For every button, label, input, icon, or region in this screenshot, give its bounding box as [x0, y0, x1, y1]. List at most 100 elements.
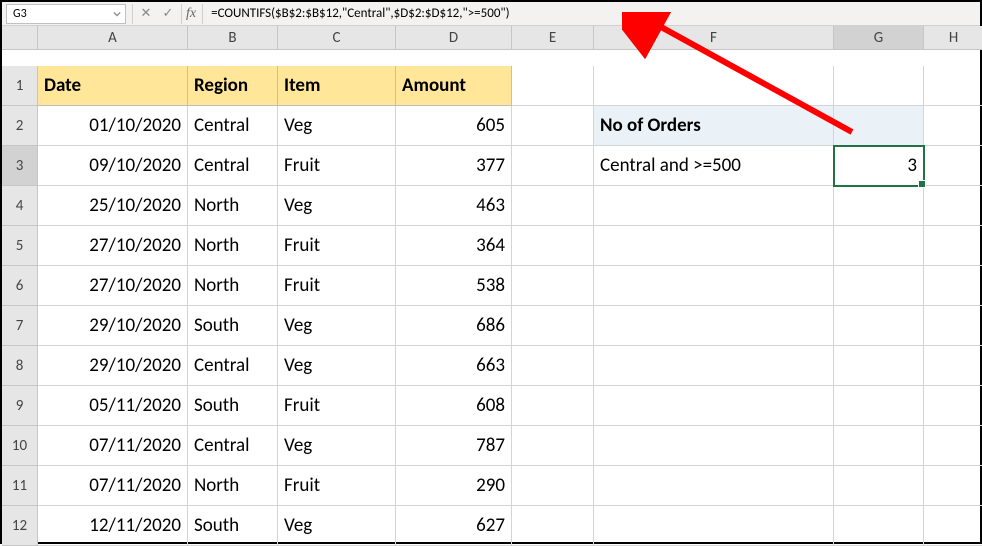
cell-B4[interactable]: North — [188, 186, 278, 226]
cell-G6[interactable] — [834, 266, 924, 306]
cell-F10[interactable] — [594, 426, 834, 466]
cell-A8[interactable]: 29/10/2020 — [38, 346, 188, 386]
cell-E6[interactable] — [512, 266, 594, 306]
cell-E4[interactable] — [512, 186, 594, 226]
cell-D1[interactable]: Amount — [396, 66, 512, 106]
enter-icon[interactable]: ✓ — [157, 4, 179, 24]
formula-input[interactable]: =COUNTIFS($B$2:$B$12,"Central",$D$2:$D$1… — [205, 6, 980, 21]
cell-C6[interactable]: Fruit — [278, 266, 396, 306]
row-header-1[interactable]: 1 — [2, 66, 38, 106]
row-header-9[interactable]: 9 — [2, 386, 38, 426]
cell-H11[interactable] — [924, 466, 982, 506]
cell-A12[interactable]: 12/11/2020 — [38, 506, 188, 546]
cell-B1[interactable]: Region — [188, 66, 278, 106]
cell-D2[interactable]: 605 — [396, 106, 512, 146]
row-header-4[interactable]: 4 — [2, 186, 38, 226]
cell-C9[interactable]: Fruit — [278, 386, 396, 426]
cell-F12[interactable] — [594, 506, 834, 546]
cell-C3[interactable]: Fruit — [278, 146, 396, 186]
cell-H6[interactable] — [924, 266, 982, 306]
row-header-6[interactable]: 6 — [2, 266, 38, 306]
cell-B11[interactable]: North — [188, 466, 278, 506]
cell-G7[interactable] — [834, 306, 924, 346]
cell-H4[interactable] — [924, 186, 982, 226]
column-header-C[interactable]: C — [278, 26, 396, 50]
cell-B5[interactable]: North — [188, 226, 278, 266]
cell-B10[interactable]: Central — [188, 426, 278, 466]
cell-C2[interactable]: Veg — [278, 106, 396, 146]
fx-icon[interactable]: fx — [186, 6, 196, 22]
cell-D3[interactable]: 377 — [396, 146, 512, 186]
cell-G11[interactable] — [834, 466, 924, 506]
cell-G5[interactable] — [834, 226, 924, 266]
cell-H1[interactable] — [924, 66, 982, 106]
column-header-G[interactable]: G — [834, 26, 924, 50]
cell-E5[interactable] — [512, 226, 594, 266]
cell-D8[interactable]: 663 — [396, 346, 512, 386]
cell-E2[interactable] — [512, 106, 594, 146]
cell-C1[interactable]: Item — [278, 66, 396, 106]
cell-H3[interactable] — [924, 146, 982, 186]
cell-C10[interactable]: Veg — [278, 426, 396, 466]
cell-F11[interactable] — [594, 466, 834, 506]
column-header-D[interactable]: D — [396, 26, 512, 50]
cell-A3[interactable]: 09/10/2020 — [38, 146, 188, 186]
cell-B7[interactable]: South — [188, 306, 278, 346]
cell-F3[interactable]: Central and >=500 — [594, 146, 834, 186]
cell-F2[interactable]: No of Orders — [594, 106, 834, 146]
cell-B8[interactable]: Central — [188, 346, 278, 386]
cancel-icon[interactable]: ✕ — [135, 4, 157, 24]
row-header-10[interactable]: 10 — [2, 426, 38, 466]
row-header-12[interactable]: 12 — [2, 506, 38, 546]
cell-G3[interactable]: 3 — [834, 146, 924, 186]
row-header-5[interactable]: 5 — [2, 226, 38, 266]
cell-E8[interactable] — [512, 346, 594, 386]
cell-A4[interactable]: 25/10/2020 — [38, 186, 188, 226]
cell-B3[interactable]: Central — [188, 146, 278, 186]
cell-C7[interactable]: Veg — [278, 306, 396, 346]
cell-A9[interactable]: 05/11/2020 — [38, 386, 188, 426]
cell-D7[interactable]: 686 — [396, 306, 512, 346]
cell-G8[interactable] — [834, 346, 924, 386]
cell-H7[interactable] — [924, 306, 982, 346]
cell-G4[interactable] — [834, 186, 924, 226]
cell-B2[interactable]: Central — [188, 106, 278, 146]
cell-A5[interactable]: 27/10/2020 — [38, 226, 188, 266]
cell-A10[interactable]: 07/11/2020 — [38, 426, 188, 466]
cell-G12[interactable] — [834, 506, 924, 546]
cell-H10[interactable] — [924, 426, 982, 466]
column-header-H[interactable]: H — [924, 26, 982, 50]
cell-D9[interactable]: 608 — [396, 386, 512, 426]
row-header-7[interactable]: 7 — [2, 306, 38, 346]
row-header-11[interactable]: 11 — [2, 466, 38, 506]
cell-F9[interactable] — [594, 386, 834, 426]
cell-F4[interactable] — [594, 186, 834, 226]
cell-D6[interactable]: 538 — [396, 266, 512, 306]
cell-E7[interactable] — [512, 306, 594, 346]
cell-D5[interactable]: 364 — [396, 226, 512, 266]
chevron-down-icon[interactable] — [111, 7, 123, 21]
cell-F1[interactable] — [594, 66, 834, 106]
column-header-B[interactable]: B — [188, 26, 278, 50]
cell-E10[interactable] — [512, 426, 594, 466]
column-header-A[interactable]: A — [38, 26, 188, 50]
cell-A2[interactable]: 01/10/2020 — [38, 106, 188, 146]
cell-B12[interactable]: South — [188, 506, 278, 546]
cell-E11[interactable] — [512, 466, 594, 506]
cell-H8[interactable] — [924, 346, 982, 386]
row-header-3[interactable]: 3 — [2, 146, 38, 186]
cell-H12[interactable] — [924, 506, 982, 546]
cell-D12[interactable]: 627 — [396, 506, 512, 546]
cell-A1[interactable]: Date — [38, 66, 188, 106]
cell-E1[interactable] — [512, 66, 594, 106]
cell-A6[interactable]: 27/10/2020 — [38, 266, 188, 306]
cell-E9[interactable] — [512, 386, 594, 426]
cell-F5[interactable] — [594, 226, 834, 266]
cell-E3[interactable] — [512, 146, 594, 186]
name-box[interactable]: G3 — [6, 4, 126, 24]
cell-G9[interactable] — [834, 386, 924, 426]
cell-G1[interactable] — [834, 66, 924, 106]
cell-C12[interactable]: Veg — [278, 506, 396, 546]
cell-A11[interactable]: 07/11/2020 — [38, 466, 188, 506]
cell-E12[interactable] — [512, 506, 594, 546]
